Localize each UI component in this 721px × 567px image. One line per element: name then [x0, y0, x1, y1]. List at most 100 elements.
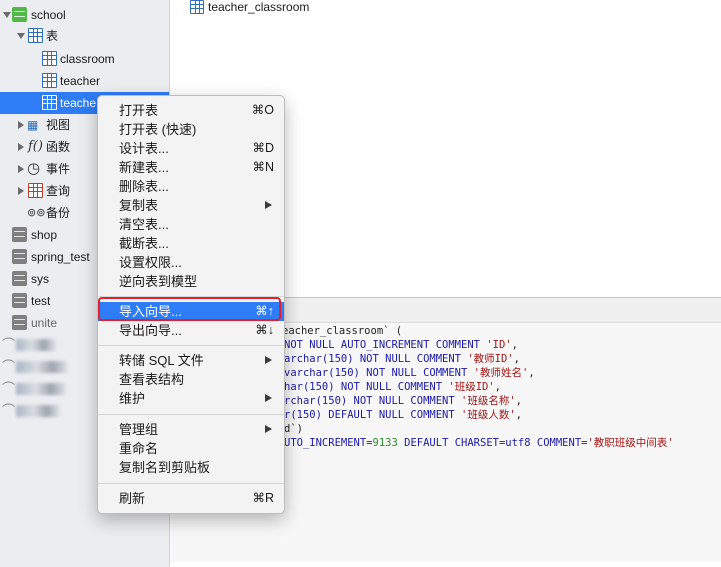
menu-label: 清空表... — [119, 217, 169, 232]
menu-label: 查看表结构 — [119, 372, 185, 387]
menu-item-truncate-table[interactable]: 截断表... — [98, 234, 284, 253]
menu-shortcut: ⌘↓ — [255, 323, 274, 337]
code-line: eacher_classroom` ( — [282, 324, 402, 338]
menu-item-dump-sql[interactable]: 转储 SQL 文件 — [98, 351, 284, 370]
tree-label: shop — [31, 228, 58, 242]
menu-item-rename[interactable]: 重命名 — [98, 439, 284, 458]
code-string: '教职班级中间表' — [587, 437, 674, 449]
table-icon — [190, 0, 204, 14]
menu-item-empty-table[interactable]: 清空表... — [98, 215, 284, 234]
menu-item-design-table[interactable]: 设计表... ⌘D — [98, 139, 284, 158]
menu-separator — [98, 414, 284, 415]
collapse-triangle-icon[interactable] — [18, 165, 24, 173]
tree-db-school[interactable]: school — [0, 4, 169, 26]
menu-label: 新建表... — [119, 160, 169, 175]
code-number: 9133 — [372, 437, 398, 449]
expand-triangle-icon[interactable] — [17, 33, 25, 39]
code-string: '教师姓名' — [473, 367, 529, 379]
tree-label: 视图 — [46, 118, 71, 132]
annotation-highlight-box — [98, 297, 281, 321]
collapse-triangle-icon[interactable] — [18, 143, 24, 151]
collapse-triangle-icon[interactable] — [18, 121, 24, 129]
connection-icon: ⌒ — [2, 337, 16, 352]
clock-icon: ◷ — [27, 160, 41, 177]
view-icon: ▦ — [27, 118, 39, 132]
submenu-arrow-icon — [265, 394, 272, 402]
code-string: '班级名称' — [461, 395, 516, 407]
menu-item-delete-table[interactable]: 删除表... — [98, 177, 284, 196]
redacted-text — [16, 383, 66, 395]
code-text: NOT NULL AUTO_INCREMENT COMMENT — [284, 339, 487, 351]
table-icon — [42, 51, 57, 66]
code-string: '教师ID' — [467, 353, 514, 365]
menu-label: 刷新 — [119, 491, 146, 506]
menu-item-view-structure[interactable]: 查看表结构 — [98, 370, 284, 389]
menu-label: 删除表... — [119, 179, 169, 194]
code-text: r(150) DEFAULT NULL COMMENT — [284, 409, 462, 421]
code-line: rchar(150) NOT NULL COMMENT '班级名称', — [284, 395, 522, 407]
tree-label: unite — [31, 316, 58, 330]
menu-shortcut: ⌘O — [251, 103, 274, 117]
menu-separator — [98, 345, 284, 346]
menu-label: 设计表... — [119, 141, 169, 156]
code-text: archar(150) NOT NULL COMMENT — [284, 353, 468, 365]
menu-item-reverse-to-model[interactable]: 逆向表到模型 — [98, 272, 284, 291]
code-text: varchar(150) NOT NULL COMMENT — [284, 367, 474, 379]
menu-item-manage-group[interactable]: 管理组 — [98, 420, 284, 439]
submenu-arrow-icon — [265, 201, 272, 209]
redacted-text — [16, 405, 60, 417]
menu-item-refresh[interactable]: 刷新 ⌘R — [98, 489, 284, 508]
tree-label: 查询 — [46, 184, 71, 198]
function-icon: f() — [28, 139, 43, 154]
menu-item-export-wizard[interactable]: 导出向导... ⌘↓ — [98, 321, 284, 340]
tree-label: teacher — [60, 74, 101, 88]
table-icon — [42, 73, 57, 88]
tree-label: 备份 — [46, 206, 71, 220]
menu-label: 打开表 — [119, 103, 159, 118]
submenu-arrow-icon — [265, 425, 272, 433]
code-string: '班级ID' — [448, 381, 495, 393]
tree-label: sys — [31, 272, 49, 286]
code-line: varchar(150) NOT NULL COMMENT '教师姓名', — [284, 367, 535, 379]
submenu-arrow-icon — [265, 356, 272, 364]
code-string: '班级人数' — [461, 409, 516, 421]
database-icon — [12, 271, 27, 286]
menu-item-set-permissions[interactable]: 设置权限... — [98, 253, 284, 272]
redacted-text — [16, 339, 56, 351]
menu-label: 转储 SQL 文件 — [119, 353, 204, 368]
tree-table-teacher[interactable]: teacher — [0, 70, 169, 92]
tree-label: 函数 — [46, 140, 71, 154]
menu-label: 截断表... — [119, 236, 169, 251]
menu-shortcut: ⌘R — [252, 491, 274, 505]
menu-shortcut: ⌘D — [252, 141, 274, 155]
table-icon — [42, 95, 57, 110]
code-line: archar(150) NOT NULL COMMENT '教师ID', — [284, 353, 520, 365]
menu-item-new-table[interactable]: 新建表... ⌘N — [98, 158, 284, 177]
backup-icon: ⊚⊚ — [27, 207, 46, 219]
menu-item-open-table[interactable]: 打开表 ⌘O — [98, 101, 284, 120]
database-icon — [12, 249, 27, 264]
expand-triangle-icon[interactable] — [3, 12, 11, 18]
redacted-text — [16, 361, 68, 373]
menu-item-duplicate-table[interactable]: 复制表 — [98, 196, 284, 215]
tree-label: teache — [60, 96, 97, 110]
tree-folder-tables[interactable]: 表 — [0, 25, 169, 47]
tree-label: school — [31, 8, 66, 22]
database-icon — [12, 7, 27, 22]
menu-item-open-table-fast[interactable]: 打开表 (快速) — [98, 120, 284, 139]
open-object-label: teacher_classroom — [208, 0, 310, 14]
code-text: eacher_classroom` ( — [282, 325, 403, 337]
code-line: NOT NULL AUTO_INCREMENT COMMENT 'ID', — [284, 339, 518, 351]
menu-label: 维护 — [119, 391, 146, 406]
menu-label: 逆向表到模型 — [119, 274, 198, 289]
menu-item-copy-name[interactable]: 复制名到剪贴板 — [98, 458, 284, 477]
database-icon — [12, 227, 27, 242]
code-line: r(150) DEFAULT NULL COMMENT '班级人数', — [284, 409, 522, 421]
tree-table-classroom[interactable]: classroom — [0, 48, 169, 70]
menu-item-maintain[interactable]: 维护 — [98, 389, 284, 408]
menu-label: 设置权限... — [119, 255, 182, 270]
tree-label: 表 — [46, 29, 59, 43]
code-text: rchar(150) NOT NULL COMMENT — [284, 395, 462, 407]
collapse-triangle-icon[interactable] — [18, 187, 24, 195]
tree-label: test — [31, 294, 51, 308]
